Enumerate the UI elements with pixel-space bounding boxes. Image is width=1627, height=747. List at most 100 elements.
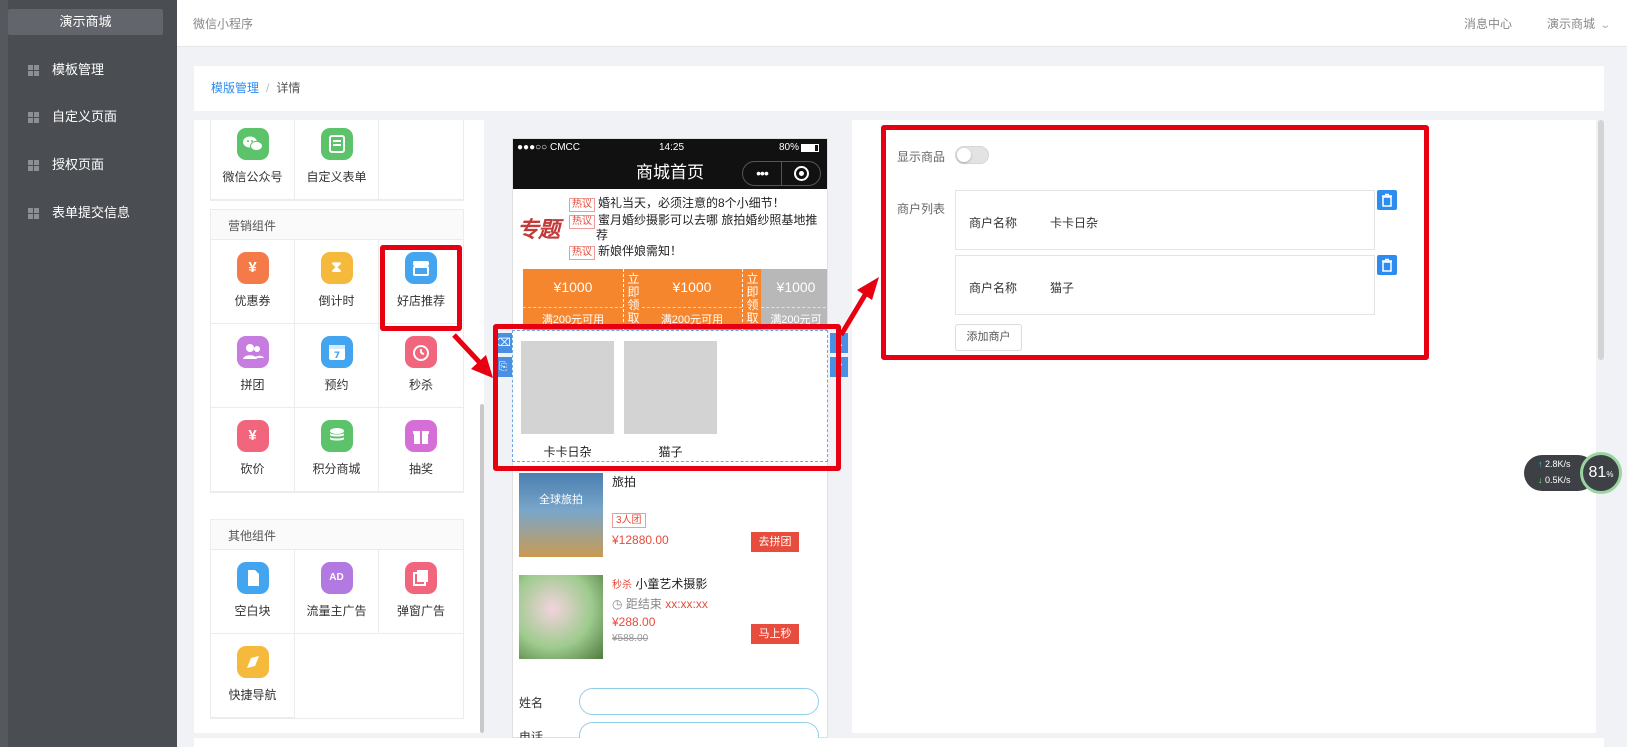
sidebar-item-form-submissions[interactable]: 表单提交信息 xyxy=(28,203,130,223)
sidebar: 演示商城 模板管理 自定义页面 授权页面 表单提交信息 xyxy=(0,0,177,747)
comp-label: 秒杀 xyxy=(408,378,433,392)
move-down-icon[interactable]: ▼ xyxy=(830,357,848,377)
add-merchant-button[interactable]: 添加商户 xyxy=(955,324,1022,351)
comp-wechat-official[interactable]: 微信公众号 xyxy=(211,120,295,200)
comp-label: 流量主广告 xyxy=(306,604,367,618)
news-text: 新娘伴娘需知！ xyxy=(598,244,683,258)
breadcrumb-parent-link[interactable]: 模版管理 xyxy=(211,81,259,95)
comp-label: 预约 xyxy=(324,378,349,392)
comp-reservation[interactable]: 7 预约 xyxy=(295,324,379,408)
phone-page-title: 商城首页 xyxy=(636,163,704,182)
percent-sign: % xyxy=(1606,470,1614,479)
countdown-value: xx:xx:xx xyxy=(665,597,708,611)
sidebar-item-auth-pages[interactable]: 授权页面 xyxy=(28,155,104,175)
group-title: 其他组件 xyxy=(211,520,463,550)
flash-buy-button[interactable]: 马上秒 xyxy=(751,624,799,644)
coupon-strip: ¥1000 满200元可用 立即领取 ¥1000 满200元可用 立即领取 ¥1… xyxy=(513,269,827,335)
ad-icon: AD xyxy=(320,562,353,594)
comp-traffic-ad[interactable]: AD 流量主广告 xyxy=(295,550,379,634)
grid-icon xyxy=(28,207,39,219)
coupon-body: ¥1000 满200元可用 xyxy=(642,269,742,332)
clock-text: 14:25 xyxy=(659,142,685,153)
breadcrumb: 模版管理 / 详情 xyxy=(194,66,1604,111)
claim-coupon-button[interactable]: 立即领取 xyxy=(623,269,643,332)
bargain-icon: ¥ xyxy=(236,420,269,452)
news-text: 蜜月婚纱摄影可以去哪 旅拍婚纱照基地推 xyxy=(598,213,818,227)
sidebar-item-custom-pages[interactable]: 自定义页面 xyxy=(28,107,117,127)
comp-label: 拼团 xyxy=(240,378,265,392)
comp-shop-recommend[interactable]: 好店推荐 xyxy=(379,240,463,324)
comp-blank-block[interactable]: 空白块 xyxy=(211,550,295,634)
more-dots-icon[interactable]: ••• xyxy=(743,161,782,186)
alarm-clock-icon xyxy=(405,336,437,368)
comp-group-marketing: 营销组件 ¥ 优惠券 ⧗ 倒计时 好店推荐 拼团 7 预约 秒杀 ¥ 砍价 积分… xyxy=(210,209,464,493)
coupon-condition: 满200元可 xyxy=(761,307,827,327)
palette-scrollbar[interactable] xyxy=(480,404,484,733)
message-center-link[interactable]: 消息中心 xyxy=(1464,15,1512,32)
comp-label: 弹窗广告 xyxy=(396,604,445,618)
group-size-tag: 3人团 xyxy=(612,513,646,528)
sidebar-item-templates[interactable]: 模板管理 xyxy=(28,60,104,80)
thumb-caption: 全球旅拍 xyxy=(539,494,583,506)
comp-label: 砍价 xyxy=(240,462,265,476)
news-text: 荐 xyxy=(596,228,609,242)
shop-recommend-block[interactable]: 卡卡日杂 猫子 xyxy=(512,330,828,462)
points-icon xyxy=(320,420,353,452)
clock-icon: ◷ xyxy=(612,597,623,611)
show-goods-toggle[interactable] xyxy=(955,146,989,164)
comp-countdown[interactable]: ⧗ 倒计时 xyxy=(295,240,379,324)
block-delete-icon[interactable]: ⌫ xyxy=(494,333,512,353)
comp-lottery[interactable]: 抽奖 xyxy=(379,408,463,492)
goods-item[interactable]: 全球旅拍 旅拍 3人团 ¥12880.00 去拼团 xyxy=(519,473,819,557)
coupon-icon: ¥ xyxy=(236,252,269,284)
grid-icon xyxy=(28,111,39,123)
shop-name: 卡卡日杂 xyxy=(543,445,592,459)
comp-group-buy[interactable]: 拼团 xyxy=(211,324,295,408)
sidebar-item-label: 自定义页面 xyxy=(52,109,118,124)
join-group-button[interactable]: 去拼团 xyxy=(751,532,799,552)
coupon-amount: ¥1000 xyxy=(672,279,712,295)
network-monitor-widget[interactable]: ↑ 2.8K/s ↓ 0.5K/s 81% xyxy=(1524,452,1627,494)
chevron-down-icon: ⌄ xyxy=(1599,20,1612,31)
block-copy-icon[interactable]: ⎘ xyxy=(494,357,512,377)
news-text: 婚礼当天，必须注意的8个小细节！ xyxy=(598,196,785,210)
comp-points-mall[interactable]: 积分商城 xyxy=(295,408,379,492)
grid-icon xyxy=(28,64,39,76)
coupon-body: ¥1000 满200元可用 xyxy=(523,269,623,332)
merchant-item[interactable]: 商户名称 猫子 xyxy=(955,255,1375,315)
carrier-text: ●●●○○ CMCC xyxy=(517,142,580,153)
hot-tag: 热议 xyxy=(569,215,595,229)
component-palette: 微信公众号 自定义表单 营销组件 ¥ 优惠券 ⧗ 倒计时 好店推荐 拼团 7 预… xyxy=(194,120,484,733)
merchant-item[interactable]: 商户名称 卡卡日杂 xyxy=(955,190,1375,250)
comp-group-other: 其他组件 空白块 AD 流量主广告 弹窗广告 快捷导航 xyxy=(210,519,464,719)
settings-scrollbar[interactable] xyxy=(1598,120,1604,360)
comp-quick-nav[interactable]: 快捷导航 xyxy=(211,634,295,718)
merchant-list-label: 商户列表 xyxy=(897,202,946,216)
comp-custom-form[interactable]: 自定义表单 xyxy=(295,120,379,200)
news-line: 热议 婚礼当天，必须注意的8个小细节！ xyxy=(569,194,785,212)
comp-coupon[interactable]: ¥ 优惠券 xyxy=(211,240,295,324)
mini-program-capsule[interactable]: ••• xyxy=(742,161,821,186)
phone-input[interactable] xyxy=(579,722,819,738)
trash-icon[interactable] xyxy=(1377,255,1397,275)
comp-empty-cell xyxy=(379,120,463,200)
move-up-icon[interactable]: ▲ xyxy=(830,333,848,353)
comp-flash-sale[interactable]: 秒杀 xyxy=(379,324,463,408)
goods-item[interactable]: 秒杀 小童艺术摄影 ◷ 距结束 xx:xx:xx ¥288.00 ¥588.00… xyxy=(519,575,819,659)
close-target-icon[interactable] xyxy=(782,166,820,181)
user-menu[interactable]: 演示商城 ⌄ xyxy=(1547,15,1612,32)
goods-name: 旅拍 xyxy=(612,475,637,489)
merchant-field-label: 商户名称 xyxy=(969,216,1018,230)
group-icon xyxy=(236,336,269,368)
news-block[interactable]: 专题 热议 婚礼当天，必须注意的8个小细节！ 热议 蜜月婚纱摄影可以去哪 旅拍婚纱照… xyxy=(513,189,827,267)
comp-bargain[interactable]: ¥ 砍价 xyxy=(211,408,295,492)
coupon-condition: 满200元可用 xyxy=(642,307,742,327)
trash-icon[interactable] xyxy=(1377,190,1397,210)
brand-button[interactable]: 演示商城 xyxy=(8,9,163,35)
comp-popup-ad[interactable]: 弹窗广告 xyxy=(379,550,463,634)
coupon-condition: 满200元可用 xyxy=(523,307,623,327)
comp-label: 好店推荐 xyxy=(396,294,445,308)
claim-coupon-button[interactable]: 立即领取 xyxy=(742,269,762,332)
name-input[interactable] xyxy=(579,688,819,715)
goods-thumbnail xyxy=(519,575,603,659)
